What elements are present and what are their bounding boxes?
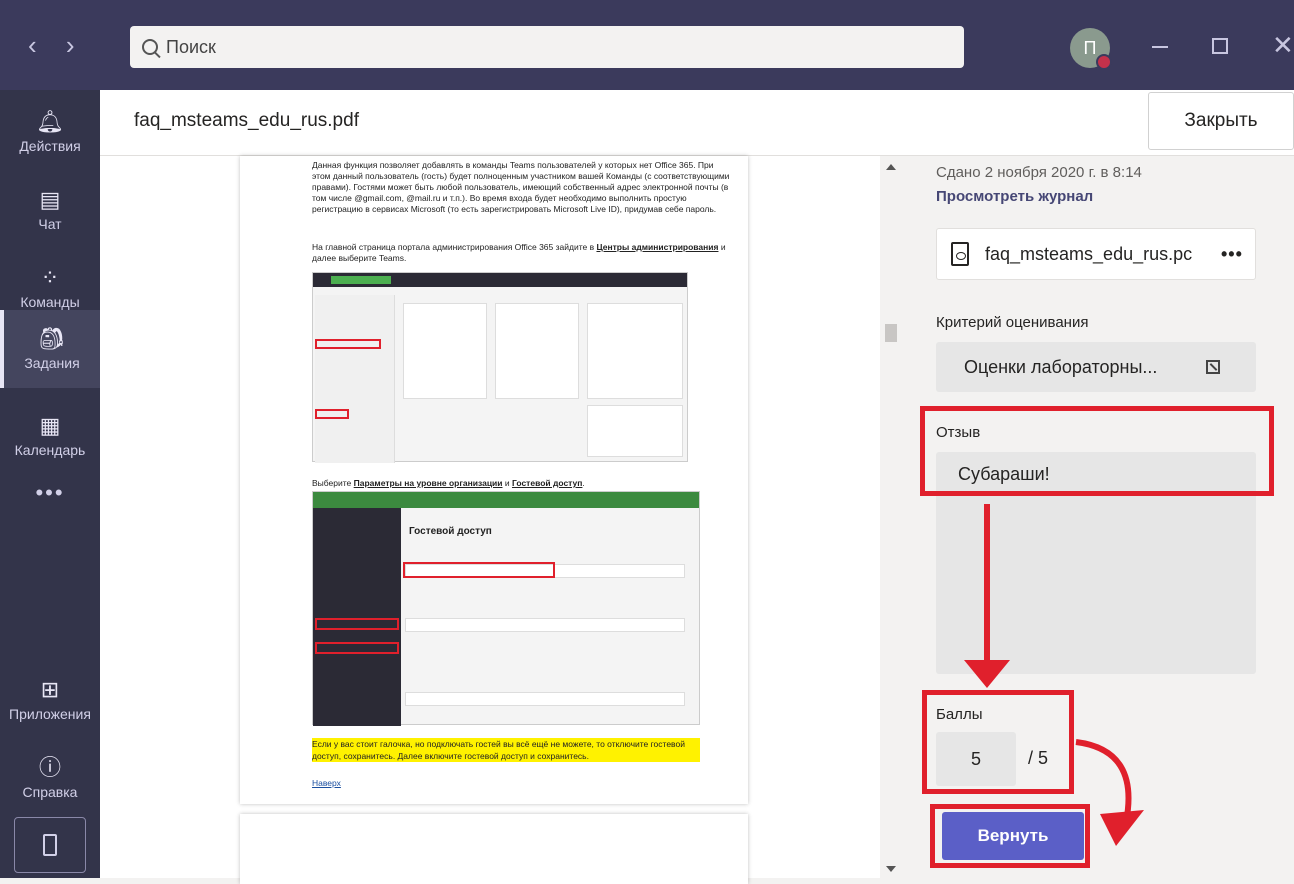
sidebar-item-label: Приложения — [9, 706, 91, 722]
sidebar-item-help[interactable]: ⓘ Справка — [0, 740, 100, 816]
view-log-link[interactable]: Просмотреть журнал — [936, 188, 1093, 205]
sidebar-item-label: Чат — [38, 216, 62, 232]
annotation-arrowhead — [964, 660, 1010, 688]
search-input[interactable]: Поиск — [130, 26, 964, 68]
search-icon — [142, 39, 158, 55]
doc-paragraph: Данная функция позволяет добавлять в ком… — [312, 160, 730, 214]
document-title: faq_msteams_edu_rus.pdf — [134, 110, 359, 131]
avatar[interactable]: П — [1070, 28, 1112, 70]
more-apps-icon[interactable]: ••• — [0, 480, 100, 506]
bell-icon: 🔔︎ — [36, 109, 64, 134]
screenshot-admin-center — [312, 272, 688, 463]
scroll-down-icon[interactable] — [886, 866, 896, 872]
annotation-box-feedback — [920, 406, 1274, 496]
annotation-box-return — [930, 804, 1090, 868]
pdf-file-icon — [951, 242, 969, 266]
history-nav: ‹ › — [28, 30, 97, 61]
forward-arrow-icon[interactable]: › — [66, 30, 75, 60]
pdf-viewer[interactable]: Данная функция позволяет добавлять в ком… — [100, 156, 904, 884]
pdf-scrollbar[interactable] — [880, 156, 902, 878]
doc-highlight-note: Если у вас стоит галочка, но подключать … — [312, 738, 700, 762]
calendar-icon: ▦ — [39, 413, 61, 438]
more-options-icon[interactable]: ••• — [1221, 244, 1243, 265]
sidebar-item-calendar[interactable]: ▦ Календарь — [0, 398, 100, 474]
criteria-label: Критерий оценивания — [936, 314, 1089, 331]
presence-busy-icon — [1096, 54, 1112, 70]
assignments-icon: 🎒︎ — [38, 326, 66, 351]
search-placeholder: Поиск — [166, 36, 216, 57]
scroll-up-icon[interactable] — [886, 164, 896, 170]
sidebar-item-label: Команды — [20, 294, 80, 310]
sidebar-item-apps[interactable]: ⊞ Приложения — [0, 662, 100, 738]
attachment-name: faq_msteams_edu_rus.pc — [985, 243, 1193, 264]
doc-paragraph: Выберите Параметры на уровне организации… — [312, 478, 585, 488]
sidebar-item-label: Действия — [19, 138, 81, 154]
open-rubric-icon[interactable] — [1206, 360, 1220, 374]
close-button[interactable]: Закрыть — [1148, 92, 1294, 150]
close-window-icon[interactable]: ✕ — [1272, 30, 1294, 61]
screenshot-heading: Гостевой доступ — [409, 526, 492, 537]
app-bar: 🔔︎ Действия ▤ Чат ⁘ Команды 🎒︎ Задания ▦… — [0, 90, 100, 878]
back-to-top-link[interactable]: Наверх — [312, 778, 341, 788]
apps-icon: ⊞ — [40, 677, 60, 702]
annotation-curved-arrow — [1075, 739, 1144, 846]
back-arrow-icon[interactable]: ‹ — [28, 30, 37, 60]
sidebar-item-label: Задания — [24, 355, 80, 371]
chat-icon: ▤ — [39, 187, 61, 212]
doc-link[interactable]: Параметры на уровне организации — [354, 478, 503, 488]
document-header: faq_msteams_edu_rus.pdf Закрыть — [100, 90, 1294, 156]
doc-link[interactable]: Центры администрирования — [596, 242, 718, 252]
phone-icon — [43, 834, 57, 856]
screenshot-guest-access: Гостевой доступ — [312, 491, 700, 726]
sidebar-item-activity[interactable]: 🔔︎ Действия — [0, 94, 100, 170]
help-icon: ⓘ — [38, 755, 61, 780]
annotation-box-points — [922, 690, 1074, 794]
doc-paragraph: На главной страница портала администриро… — [312, 242, 726, 263]
sidebar-item-assignments[interactable]: 🎒︎ Задания — [0, 310, 100, 388]
device-button[interactable] — [14, 817, 86, 873]
pdf-page: Данная функция позволяет добавлять в ком… — [240, 156, 748, 804]
attachment-card[interactable]: faq_msteams_edu_rus.pc ••• — [936, 228, 1256, 280]
teams-icon: ⁘ — [40, 265, 60, 290]
doc-link[interactable]: Гостевой доступ — [512, 478, 582, 488]
pdf-page — [240, 814, 748, 884]
minimize-icon[interactable] — [1152, 46, 1168, 48]
submission-status: Сдано 2 ноября 2020 г. в 8:14 — [936, 164, 1142, 181]
scroll-thumb[interactable] — [885, 324, 897, 342]
maximize-icon[interactable] — [1212, 38, 1228, 54]
rubric-name: Оценки лабораторны... — [964, 356, 1158, 377]
sidebar-item-chat[interactable]: ▤ Чат — [0, 172, 100, 248]
avatar-initial: П — [1083, 37, 1097, 58]
sidebar-item-label: Календарь — [14, 442, 86, 458]
sidebar-item-label: Справка — [22, 784, 78, 800]
rubric-card[interactable]: Оценки лабораторны... — [936, 342, 1256, 392]
annotation-arrow — [984, 504, 990, 664]
title-bar: ‹ › Поиск П ✕ — [0, 0, 1294, 90]
